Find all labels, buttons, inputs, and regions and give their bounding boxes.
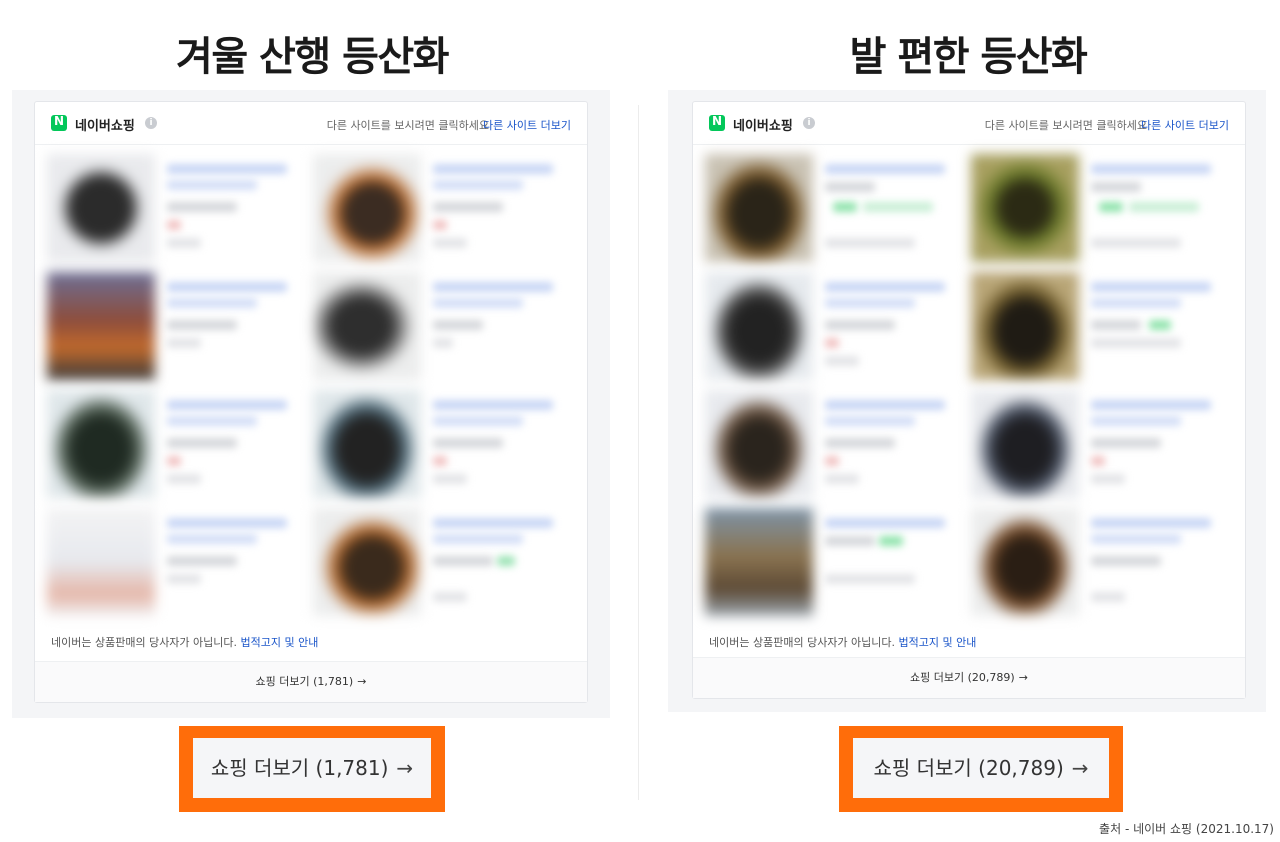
panel-footer-more-button[interactable]: 쇼핑 더보기 (1,781) →: [35, 661, 587, 702]
panel-brand: 네이버쇼핑: [733, 119, 793, 134]
legal-notice-link[interactable]: 법적고지 및 안내: [899, 636, 977, 649]
product-card[interactable]: [311, 504, 569, 616]
product-image[interactable]: [313, 154, 421, 262]
product-card[interactable]: [45, 386, 303, 498]
info-icon[interactable]: i: [145, 117, 157, 129]
product-image[interactable]: [47, 390, 155, 498]
product-card[interactable]: [969, 150, 1227, 262]
cta-label: 쇼핑 더보기 (1,781): [210, 756, 389, 780]
highlighted-more-button[interactable]: 쇼핑 더보기 (1,781) →: [193, 738, 431, 798]
notice-text: 네이버는 상품판매의 당사자가 아닙니다.: [709, 636, 896, 649]
product-image[interactable]: [971, 272, 1079, 380]
product-image[interactable]: [313, 272, 421, 380]
product-card[interactable]: [45, 268, 303, 380]
naver-logo-icon: [51, 114, 67, 131]
product-card[interactable]: [311, 386, 569, 498]
panel-notice: 네이버는 상품판매의 당사자가 아닙니다. 법적고지 및 안내: [709, 634, 976, 650]
product-grid: [45, 150, 577, 620]
product-image[interactable]: [971, 508, 1079, 616]
info-icon[interactable]: i: [803, 117, 815, 129]
arrow-right-icon: →: [357, 675, 367, 688]
source-caption: 출처 - 네이버 쇼핑 (2021.10.17): [1099, 822, 1274, 836]
right-title: 발 편한 등산화: [849, 34, 1088, 80]
product-card[interactable]: [311, 150, 569, 262]
highlighted-more-button-frame: 쇼핑 더보기 (20,789) →: [839, 726, 1123, 812]
arrow-right-icon: →: [396, 756, 414, 780]
panel-header: 네이버쇼핑 i 다른 사이트를 보시려면 클릭하세요 다른 사이트 더보기: [35, 102, 587, 145]
left-column: 겨울 산행 등산화 네이버쇼핑 i 다른 사이트를 보시려면 클릭하세요 다른 …: [12, 0, 612, 842]
panel-footer-more-button[interactable]: 쇼핑 더보기 (20,789) →: [693, 657, 1245, 698]
cta-label: 쇼핑 더보기 (20,789): [873, 756, 1064, 780]
product-image[interactable]: [705, 272, 813, 380]
product-image[interactable]: [47, 508, 155, 616]
product-card[interactable]: [45, 150, 303, 262]
more-sites-link[interactable]: 다른 사이트 더보기: [1141, 117, 1229, 133]
right-shopping-panel: 네이버쇼핑 i 다른 사이트를 보시려면 클릭하세요 다른 사이트 더보기: [692, 101, 1246, 699]
naver-logo-icon: [709, 114, 725, 131]
product-card[interactable]: [969, 386, 1227, 498]
product-image[interactable]: [705, 154, 813, 262]
product-card[interactable]: [969, 504, 1227, 616]
product-image[interactable]: [705, 390, 813, 498]
product-card[interactable]: [703, 268, 961, 380]
product-grid: [703, 150, 1235, 620]
product-image[interactable]: [313, 508, 421, 616]
footer-label: 쇼핑 더보기 (1,781): [255, 675, 354, 688]
panel-hint: 다른 사이트를 보시려면 클릭하세요: [984, 119, 1147, 132]
panel-brand: 네이버쇼핑: [75, 119, 135, 134]
product-image[interactable]: [313, 390, 421, 498]
highlighted-more-button[interactable]: 쇼핑 더보기 (20,789) →: [853, 738, 1109, 798]
product-card[interactable]: [311, 268, 569, 380]
product-card[interactable]: [703, 386, 961, 498]
product-image[interactable]: [971, 154, 1079, 262]
notice-text: 네이버는 상품판매의 당사자가 아닙니다.: [51, 636, 238, 649]
highlighted-more-button-frame: 쇼핑 더보기 (1,781) →: [179, 726, 445, 812]
column-divider: [638, 105, 639, 800]
product-image[interactable]: [47, 272, 155, 380]
arrow-right-icon: →: [1071, 756, 1089, 780]
panel-notice: 네이버는 상품판매의 당사자가 아닙니다. 법적고지 및 안내: [51, 634, 318, 650]
panel-hint: 다른 사이트를 보시려면 클릭하세요: [326, 119, 489, 132]
product-card[interactable]: [969, 268, 1227, 380]
product-card[interactable]: [45, 504, 303, 616]
footer-label: 쇼핑 더보기 (20,789): [910, 671, 1015, 684]
arrow-right-icon: →: [1018, 671, 1028, 684]
product-image[interactable]: [47, 154, 155, 262]
product-card[interactable]: [703, 150, 961, 262]
left-title: 겨울 산행 등산화: [176, 34, 449, 80]
legal-notice-link[interactable]: 법적고지 및 안내: [241, 636, 319, 649]
more-sites-link[interactable]: 다른 사이트 더보기: [483, 117, 571, 133]
left-shopping-panel: 네이버쇼핑 i 다른 사이트를 보시려면 클릭하세요 다른 사이트 더보기: [34, 101, 588, 703]
product-card[interactable]: [703, 504, 961, 616]
product-image[interactable]: [971, 390, 1079, 498]
right-column: 발 편한 등산화 네이버쇼핑 i 다른 사이트를 보시려면 클릭하세요 다른 사…: [668, 0, 1268, 842]
product-image[interactable]: [705, 508, 813, 616]
panel-header: 네이버쇼핑 i 다른 사이트를 보시려면 클릭하세요 다른 사이트 더보기: [693, 102, 1245, 145]
